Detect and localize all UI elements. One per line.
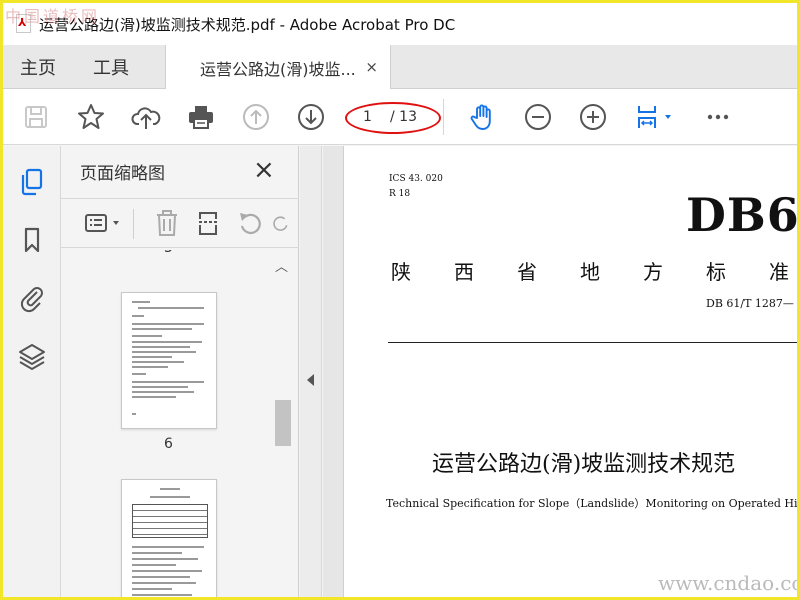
- thumbnail-page-label: 6: [164, 436, 173, 452]
- redo-icon: [273, 216, 288, 231]
- star-icon: [78, 104, 104, 129]
- next-page-button[interactable]: [295, 101, 327, 133]
- document-page: ICS 43. 020 R 18 DB61 陕西省地方标准 DB 61/T 12…: [343, 146, 797, 597]
- toolbar-divider: [443, 99, 444, 135]
- thumbnail-options-icon: [85, 214, 107, 232]
- layers-button[interactable]: [16, 340, 48, 372]
- window-title: 运营公路边(滑)坡监测技术规范.pdf - Adobe Acrobat Pro …: [39, 15, 456, 34]
- document-viewer[interactable]: ICS 43. 020 R 18 DB61 陕西省地方标准 DB 61/T 12…: [323, 146, 797, 597]
- ics-code: ICS 43. 020: [389, 174, 443, 184]
- extract-page-button[interactable]: [191, 208, 225, 238]
- panel-title: 页面缩略图: [80, 164, 165, 184]
- chevron-up-icon[interactable]: ︿: [275, 256, 288, 275]
- attachments-button[interactable]: [16, 282, 48, 314]
- thumbnail-page-label: 5: [164, 250, 173, 256]
- tab-tools[interactable]: 工具: [93, 45, 129, 89]
- collapse-panel-handle[interactable]: [300, 146, 322, 597]
- page-thumbnails-panel: 页面缩略图 × 5: [61, 146, 299, 597]
- page-navigator[interactable]: 1 / 13: [345, 102, 441, 134]
- save-button[interactable]: [20, 101, 52, 133]
- title-bar: ⅄ 运营公路边(滑)坡监测技术规范.pdf - Adobe Acrobat Pr…: [3, 3, 797, 45]
- chevron-left-icon[interactable]: [307, 374, 314, 386]
- standard-mark: DB61: [686, 188, 797, 242]
- bookmarks-button[interactable]: [16, 224, 48, 256]
- cloud-upload-icon: [131, 107, 161, 129]
- fit-page-icon: [638, 106, 656, 128]
- undo-button[interactable]: [233, 208, 267, 238]
- more-icon: [707, 114, 729, 120]
- chevron-down-icon: [665, 115, 671, 119]
- classification-code: R 18: [389, 189, 411, 199]
- site-watermark-url: www.cndao.com: [658, 571, 797, 595]
- hand-tool-button[interactable]: [467, 101, 499, 133]
- scrollbar-thumb[interactable]: [275, 400, 291, 446]
- extract-icon: [199, 212, 217, 235]
- zoom-out-button[interactable]: [522, 101, 554, 133]
- application-window: ⅄ 运营公路边(滑)坡监测技术规范.pdf - Adobe Acrobat Pr…: [0, 0, 800, 600]
- menu-tab-bar: 主页 工具 运营公路边(滑)坡监... ×: [3, 45, 797, 90]
- document-tab-label: 运营公路边(滑)坡监...: [200, 59, 356, 79]
- page-count: / 13: [390, 109, 417, 125]
- tab-document[interactable]: 运营公路边(滑)坡监... ×: [165, 45, 391, 90]
- bookmark-star-button[interactable]: [75, 101, 107, 133]
- close-tab-icon[interactable]: ×: [365, 58, 378, 76]
- hand-tool-icon: [470, 104, 491, 130]
- thumbnail-list[interactable]: 5 6: [61, 250, 299, 597]
- chevron-down-icon: [113, 221, 119, 225]
- more-tools-button[interactable]: [702, 101, 734, 133]
- panel-toolbar-divider: [133, 209, 134, 239]
- page-thumbnails-icon: [21, 168, 43, 196]
- navigation-rail: [3, 146, 61, 597]
- undo-icon: [240, 213, 261, 235]
- document-title: 运营公路边(滑)坡监测技术规范: [432, 452, 736, 477]
- delete-page-button[interactable]: [150, 208, 184, 238]
- redo-button[interactable]: [271, 208, 291, 238]
- tab-home[interactable]: 主页: [20, 45, 56, 89]
- site-watermark: 中国道桥网: [5, 7, 101, 26]
- page-down-icon: [298, 104, 324, 130]
- document-subtitle: Technical Specification for Slope（Landsl…: [386, 497, 797, 510]
- page-thumbnails-button[interactable]: [16, 166, 48, 198]
- zoom-out-icon: [525, 104, 551, 130]
- print-icon: [189, 106, 213, 129]
- attachment-icon: [20, 287, 43, 313]
- print-button[interactable]: [185, 101, 217, 133]
- page-up-icon: [243, 104, 269, 130]
- fit-page-dropdown[interactable]: [633, 101, 679, 133]
- save-icon: [25, 106, 47, 128]
- zoom-in-button[interactable]: [577, 101, 609, 133]
- standard-issuer: 陕西省地方标准: [391, 260, 797, 284]
- thumbnail-page-6[interactable]: [121, 292, 217, 429]
- thumbnail-scrollbar[interactable]: ︿: [273, 250, 293, 597]
- delete-icon: [157, 210, 177, 236]
- previous-page-button[interactable]: [240, 101, 272, 133]
- layers-icon: [19, 344, 45, 371]
- toolbar: 1 / 13: [3, 89, 797, 145]
- page-number-input[interactable]: 1: [363, 109, 372, 125]
- header-rule: [388, 342, 797, 343]
- panel-toolbar: [61, 198, 299, 248]
- bookmark-icon: [24, 227, 40, 253]
- thumbnail-options-button[interactable]: [79, 208, 125, 238]
- upload-button[interactable]: [130, 101, 162, 133]
- standard-number: DB 61/T 1287—: [706, 297, 794, 310]
- thumbnail-page-7[interactable]: [121, 479, 217, 597]
- zoom-in-icon: [580, 104, 606, 130]
- close-panel-icon[interactable]: ×: [253, 155, 275, 185]
